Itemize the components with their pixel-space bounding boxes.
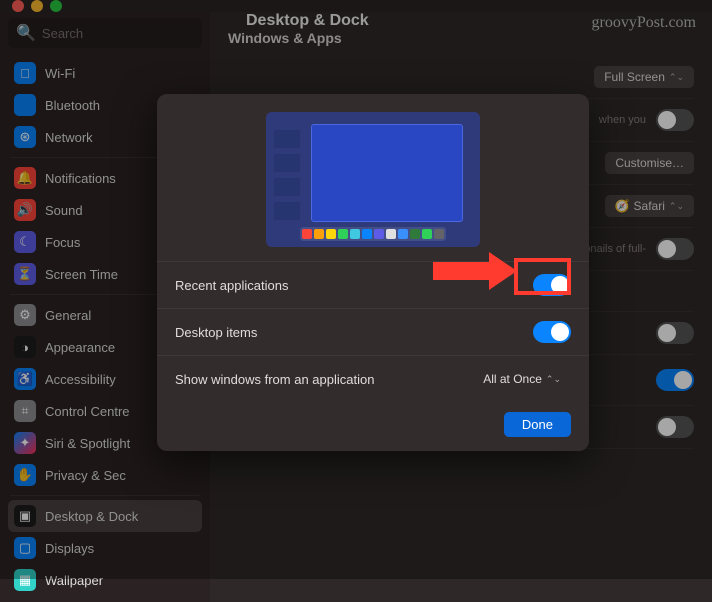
modal-footer: Done [157,402,589,437]
modal-row-show-windows: Show windows from an application All at … [157,355,589,402]
preview-thumb [274,202,300,220]
dock-app-icon [398,229,408,239]
dock-app-icon [422,229,432,239]
modal-row-desktop-items: Desktop items [157,308,589,355]
chevron-updown-icon: ⌃⌄ [546,374,561,385]
dock-app-icon [338,229,348,239]
show-windows-value: All at Once [483,372,542,386]
show-windows-select[interactable]: All at Once ⌃⌄ [473,368,571,390]
mission-control-preview [266,112,480,247]
annotation-highlight-box [514,258,571,295]
toggle-desktop-items[interactable] [533,321,571,343]
dock-app-icon [434,229,444,239]
dock-app-icon [362,229,372,239]
preview-thumbs [274,130,300,220]
desktop-items-label: Desktop items [175,325,257,340]
done-button[interactable]: Done [504,412,571,437]
preview-thumb [274,178,300,196]
show-windows-label: Show windows from an application [175,372,374,387]
preview-thumb [274,130,300,148]
preview-thumb [274,154,300,172]
preview-main-window [311,124,463,222]
dock-app-icon [386,229,396,239]
dock-app-icon [410,229,420,239]
preview-dock [300,227,446,241]
annotation-arrow [433,262,491,280]
dock-app-icon [350,229,360,239]
dock-app-icon [302,229,312,239]
recent-apps-label: Recent applications [175,278,288,293]
dock-app-icon [374,229,384,239]
dock-app-icon [314,229,324,239]
dock-app-icon [326,229,336,239]
